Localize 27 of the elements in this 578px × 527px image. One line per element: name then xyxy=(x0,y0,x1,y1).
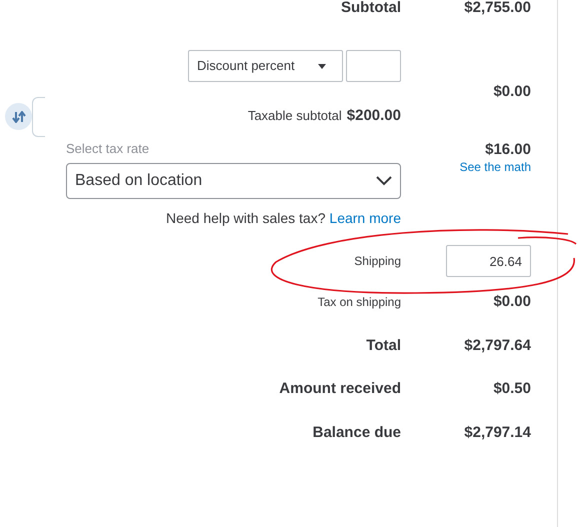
total-label: Tax on shipping xyxy=(316,294,401,312)
total-amount: $2,797.64 xyxy=(463,336,531,356)
shipping-label: Shipping xyxy=(353,253,401,270)
discount-amount: $0.00 xyxy=(493,82,531,102)
total-label: Total xyxy=(365,336,401,356)
sales-tax-help-text: Need help with sales tax? Learn more xyxy=(164,209,401,228)
total-label: Amount received xyxy=(278,379,401,399)
subtotal-label: Subtotal xyxy=(340,0,401,14)
total-amount: $0.50 xyxy=(492,379,531,399)
discount-value-field[interactable] xyxy=(346,50,401,82)
total-amount: $0.00 xyxy=(492,292,531,312)
tax-rate-label: Select tax rate xyxy=(66,140,150,158)
tax-rate-dropdown[interactable]: Based on location xyxy=(66,163,401,199)
total-label: Balance due xyxy=(312,422,401,442)
learn-more-link[interactable]: Learn more xyxy=(329,210,401,226)
shipping-field[interactable]: 26.64 xyxy=(446,245,531,277)
subtotal-amount: $2,755.00 xyxy=(463,0,531,14)
taxable-subtotal-label: Taxable subtotal xyxy=(248,106,342,124)
side-connector-line xyxy=(32,97,45,137)
chevron-down-icon xyxy=(376,176,392,186)
sort-toggle-icon[interactable] xyxy=(5,103,32,130)
total-amount: $2,797.14 xyxy=(463,422,531,442)
tax-amount: $16.00 xyxy=(485,141,531,159)
discount-type-dropdown[interactable]: Discount percent xyxy=(188,50,343,82)
see-the-math-link[interactable]: See the math xyxy=(460,159,531,175)
caret-icon xyxy=(318,64,326,68)
taxable-subtotal-amount: $200.00 xyxy=(346,106,401,126)
